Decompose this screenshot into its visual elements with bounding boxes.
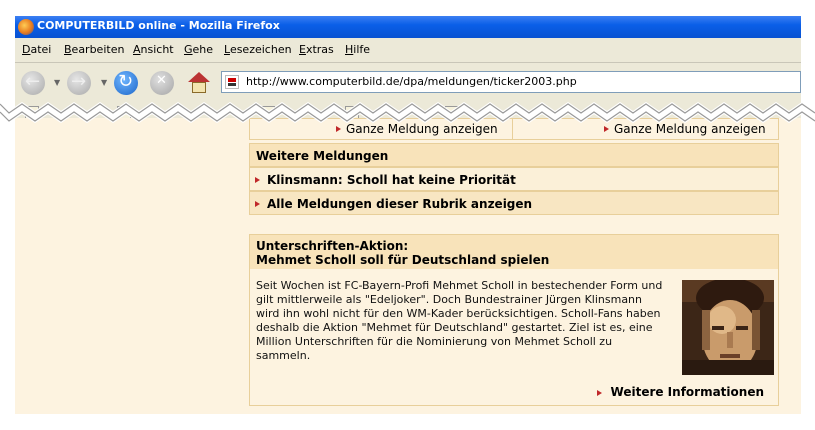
menu-extras-label: xtras <box>305 43 334 56</box>
site-favicon-icon <box>225 75 239 89</box>
menu-bearbeiten-label: earbeiten <box>71 43 125 56</box>
window-title: COMPUTERBILD online - Mozilla Firefox <box>37 19 280 32</box>
menu-gehe-label: ehe <box>192 43 214 56</box>
menu-hilfe[interactable]: Hilfe <box>345 43 370 56</box>
navigation-toolbar: ▼ ▼ http://www.computerbild.de/dpa/meldu… <box>15 63 801 103</box>
arrow-icon <box>255 201 260 207</box>
menu-datei-label: atei <box>30 43 52 56</box>
menu-extras-accel: E <box>299 43 306 56</box>
menu-lesezeichen[interactable]: Lesezeichen <box>224 43 292 56</box>
more-info-label[interactable]: Weitere Informationen <box>611 385 764 399</box>
reload-button[interactable] <box>114 71 138 95</box>
web-page: Ganze Meldung anzeigen Ganze Meldung anz… <box>15 118 801 414</box>
screenshot-break-zigzag <box>0 102 815 124</box>
menu-ansicht-label: nsicht <box>140 43 174 56</box>
box-title-line1: Unterschriften-Aktion: <box>256 239 409 253</box>
news-link-row[interactable]: Alle Meldungen dieser Rubrik anzeigen <box>249 191 779 215</box>
news-link-klinsmann[interactable]: Klinsmann: Scholl hat keine Priorität <box>267 173 516 187</box>
forward-button[interactable] <box>67 71 91 95</box>
menu-ansicht-accel: A <box>133 43 141 56</box>
player-photo <box>682 280 774 375</box>
menu-datei[interactable]: Datei <box>22 43 51 56</box>
box-title: Unterschriften-Aktion: Mehmet Scholl sol… <box>256 239 549 267</box>
all-news-link[interactable]: Alle Meldungen dieser Rubrik anzeigen <box>267 197 532 211</box>
menu-bar: Datei Bearbeiten Ansicht Gehe Lesezeiche… <box>15 38 801 63</box>
home-icon <box>188 72 210 82</box>
home-icon-base <box>192 82 206 93</box>
forward-dropdown-icon[interactable]: ▼ <box>101 78 107 87</box>
signature-campaign-box: Unterschriften-Aktion: Mehmet Scholl sol… <box>249 234 779 406</box>
box-header: Unterschriften-Aktion: Mehmet Scholl sol… <box>250 235 778 269</box>
back-button[interactable] <box>21 71 45 95</box>
menu-hilfe-label: ilfe <box>353 43 371 56</box>
news-link-row[interactable]: Klinsmann: Scholl hat keine Priorität <box>249 167 779 191</box>
title-bar: COMPUTERBILD online - Mozilla Firefox <box>15 16 801 38</box>
menu-bearbeiten[interactable]: Bearbeiten <box>64 43 124 56</box>
menu-gehe-accel: G <box>184 43 193 56</box>
menu-gehe[interactable]: Gehe <box>184 43 213 56</box>
menu-ansicht[interactable]: Ansicht <box>133 43 174 56</box>
back-dropdown-icon[interactable]: ▼ <box>54 78 60 87</box>
arrow-icon <box>596 390 602 396</box>
more-info-link[interactable]: Weitere Informationen <box>596 385 764 399</box>
home-button[interactable] <box>187 71 211 95</box>
arrow-icon <box>255 177 260 183</box>
address-bar[interactable]: http://www.computerbild.de/dpa/meldungen… <box>221 71 801 93</box>
menu-bearbeiten-accel: B <box>64 43 72 56</box>
box-title-line2: Mehmet Scholl soll für Deutschland spiel… <box>256 253 550 267</box>
menu-lesezeichen-label: esezeichen <box>229 43 292 56</box>
stop-button[interactable] <box>150 71 174 95</box>
box-body-text: Seit Wochen ist FC-Bayern-Profi Mehmet S… <box>256 279 663 362</box>
menu-extras[interactable]: Extras <box>299 43 334 56</box>
firefox-icon <box>18 19 34 35</box>
player-portrait-image <box>682 280 774 375</box>
more-news-header: Weitere Meldungen <box>249 143 779 167</box>
more-news-heading: Weitere Meldungen <box>256 149 389 163</box>
address-input[interactable]: http://www.computerbild.de/dpa/meldungen… <box>246 75 577 88</box>
